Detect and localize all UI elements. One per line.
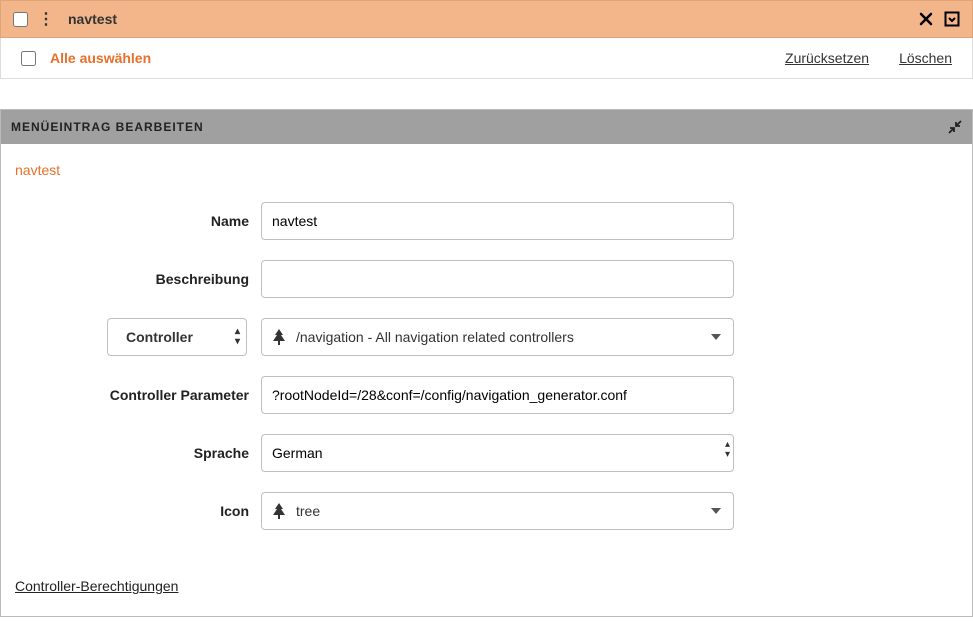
tree-icon: [272, 503, 286, 519]
name-input[interactable]: [261, 202, 734, 240]
chevron-down-icon: [711, 508, 721, 514]
icon-select[interactable]: tree: [261, 492, 734, 530]
collapse-icon[interactable]: [948, 120, 962, 134]
controller-type-button[interactable]: Controller ▴▾: [107, 318, 247, 356]
controller-permissions-link[interactable]: Controller-Berechtigungen: [15, 578, 178, 594]
panel-title: MENÜEINTRAG BEARBEITEN: [11, 120, 204, 134]
select-all-label[interactable]: Alle auswählen: [50, 50, 151, 66]
expand-toggle-icon[interactable]: [944, 11, 960, 27]
drag-handle-icon[interactable]: ⋮: [38, 9, 54, 29]
edit-menu-entry-panel: MENÜEINTRAG BEARBEITEN navtest Name Besc…: [0, 109, 973, 617]
panel-header: MENÜEINTRAG BEARBEITEN: [1, 110, 972, 144]
item-header-bar: ⋮ navtest: [0, 0, 973, 38]
controller-param-label: Controller Parameter: [15, 387, 261, 403]
description-label: Beschreibung: [15, 271, 261, 287]
language-select[interactable]: German: [261, 434, 734, 472]
chevron-down-icon: [711, 334, 721, 340]
panel-body: navtest Name Beschreibung Controller ▴▾ …: [1, 144, 972, 616]
controller-select[interactable]: /navigation - All navigation related con…: [261, 318, 734, 356]
description-input[interactable]: [261, 260, 734, 298]
icon-value: tree: [296, 503, 320, 519]
select-all-row: Alle auswählen Zurücksetzen Löschen: [0, 38, 973, 79]
name-label: Name: [15, 213, 261, 229]
item-title: navtest: [68, 11, 117, 27]
icon-label: Icon: [15, 503, 261, 519]
breadcrumb[interactable]: navtest: [15, 162, 958, 178]
tree-icon: [272, 329, 286, 345]
select-all-checkbox[interactable]: [21, 51, 36, 66]
chevron-updown-icon: ▴▾: [235, 327, 240, 347]
item-checkbox[interactable]: [13, 12, 28, 27]
delete-link[interactable]: Löschen: [899, 50, 952, 66]
close-icon[interactable]: [918, 11, 934, 27]
controller-value: /navigation - All navigation related con…: [296, 329, 574, 345]
controller-param-input[interactable]: [261, 376, 734, 414]
controller-button-label: Controller: [126, 329, 193, 345]
reset-link[interactable]: Zurücksetzen: [785, 50, 869, 66]
language-label: Sprache: [15, 445, 261, 461]
